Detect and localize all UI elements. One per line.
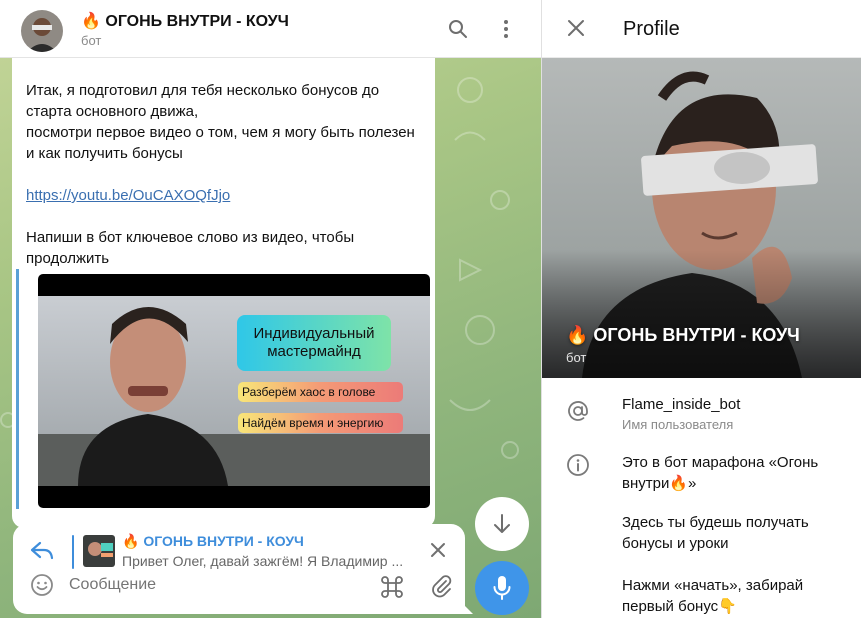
message-input[interactable]	[69, 576, 369, 594]
command-icon	[381, 576, 403, 598]
video-thumbnail[interactable]: Индивидуальный мастермайнд Разберём хаос…	[38, 274, 430, 508]
profile-name: 🔥 ОГОНЬ ВНУТРИ - КОУЧ	[566, 325, 800, 345]
message-paragraph-1: Итак, я подготовил для тебя несколько бо…	[26, 82, 415, 162]
chat-title[interactable]: 🔥 ОГОНЬ ВНУТРИ - КОУЧ	[81, 11, 289, 31]
reply-button[interactable]	[30, 540, 54, 565]
video-card-line-1: Индивидуальный	[253, 325, 375, 342]
message-link[interactable]: https://youtu.be/OuCAXOQfJjo	[26, 187, 230, 204]
attach-button[interactable]	[429, 572, 453, 603]
chat-pane: 🔥 ОГОНЬ ВНУТРИ - КОУЧ бот Итак, я подгот…	[0, 0, 541, 618]
profile-header: Profile	[542, 0, 861, 58]
paperclip-icon	[432, 575, 452, 598]
profile-photo[interactable]: 🔥 ОГОНЬ ВНУТРИ - КОУЧ бот	[542, 58, 861, 378]
video-card-line-2: мастермайнд	[267, 343, 361, 360]
link-preview[interactable]: Индивидуальный мастермайнд Разберём хаос…	[16, 269, 430, 509]
video-pill-1: Разберём хаос в голове	[238, 382, 403, 402]
profile-subtitle: бот	[566, 350, 587, 365]
message-text: Итак, я подготовил для тебя несколько бо…	[26, 80, 426, 269]
info-icon	[567, 454, 589, 476]
video-pill-2: Найдём время и энергию	[238, 413, 403, 433]
avatar[interactable]	[21, 10, 63, 52]
username-value: Flame_inside_bot	[622, 396, 741, 413]
more-vertical-icon	[504, 20, 508, 38]
reply-icon	[30, 541, 54, 560]
voice-record-button[interactable]	[475, 561, 529, 615]
close-icon	[568, 20, 584, 36]
profile-pane: Profile 🔥 ОГОНЬ ВНУТРИ - КОУЧ бот Flame_…	[541, 0, 861, 618]
chat-header: 🔥 ОГОНЬ ВНУТРИ - КОУЧ бот	[0, 0, 541, 58]
arrow-down-icon	[494, 514, 510, 533]
search-button[interactable]	[443, 14, 473, 44]
close-icon	[431, 543, 445, 557]
search-icon	[449, 20, 467, 38]
profile-close-button[interactable]	[567, 19, 585, 42]
emoji-icon	[31, 574, 53, 596]
reply-close-button[interactable]	[429, 541, 447, 564]
profile-title: Profile	[623, 18, 680, 40]
username-caption: Имя пользователя	[622, 417, 734, 432]
reply-text: Привет Олег, давай зажгём! Я Владимир ..…	[122, 553, 404, 569]
scroll-down-button[interactable]	[475, 497, 529, 551]
bio-line-2: Здесь ты будешь получать бонусы и уроки	[622, 514, 809, 552]
reply-thumbnail	[83, 535, 115, 567]
video-title-card: Индивидуальный мастермайнд	[237, 315, 391, 371]
message-bubble: Итак, я подготовил для тебя несколько бо…	[12, 58, 435, 528]
bio-line-3: Нажми «начать», забирай первый бонус👇	[622, 577, 804, 615]
reply-title: 🔥 ОГОНЬ ВНУТРИ - КОУЧ	[122, 533, 304, 549]
reply-bar	[72, 535, 74, 569]
command-button[interactable]	[379, 574, 405, 605]
emoji-button[interactable]	[30, 573, 54, 602]
composer: 🔥 ОГОНЬ ВНУТРИ - КОУЧ Привет Олег, давай…	[13, 524, 473, 614]
bio-line-1: Это в бот марафона «Огонь внутри🔥»	[622, 454, 819, 492]
microphone-icon	[493, 576, 511, 600]
at-sign-icon	[568, 401, 588, 421]
chat-subtitle: бот	[81, 33, 102, 48]
more-button[interactable]	[491, 14, 521, 44]
message-paragraph-2: Напиши в бот ключевое слово из видео, чт…	[26, 229, 355, 267]
